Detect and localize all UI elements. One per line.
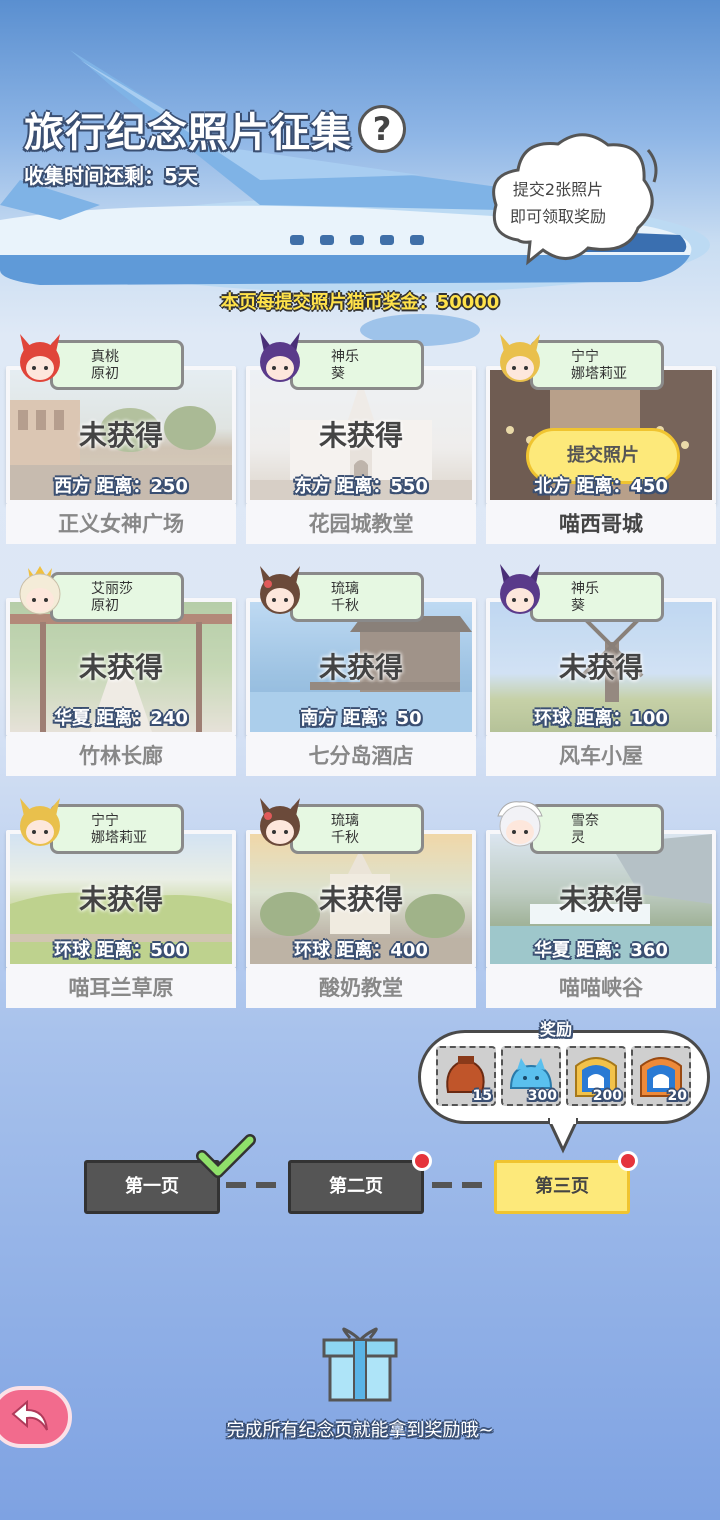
distance-label: 华夏 距离：360 — [534, 940, 668, 961]
character-name: 真桃 — [91, 349, 119, 365]
distance-label: 华夏 距离：240 — [54, 708, 188, 729]
bonus-text: 本页每提交照片猫币奖金：50000 — [220, 292, 500, 313]
checkmark-icon — [196, 1134, 256, 1178]
character-tag: 真桃 原初 — [50, 340, 184, 390]
cat-girl-avatar-icon — [260, 332, 300, 382]
place-name: 风车小屋 — [486, 736, 716, 776]
reward-count: 20 — [667, 1088, 687, 1104]
character-tag: 琉璃 千秋 — [290, 572, 424, 622]
distance-label: 北方 距离：450 — [534, 476, 668, 497]
character-subname: 娜塔莉亚 — [571, 366, 627, 382]
character-subname: 葵 — [331, 366, 345, 382]
blue-cat-slime-icon[interactable]: 300 — [501, 1046, 561, 1106]
photo-card[interactable]: 未获得 西方 距离：250 正义女神广场 真桃 原初 — [6, 334, 236, 548]
place-name: 竹林长廊 — [6, 736, 236, 776]
photo-card[interactable]: 未获得 环球 距离：100 风车小屋 神乐 葵 — [486, 564, 716, 780]
place-name: 花园城教堂 — [246, 504, 476, 544]
bubble-line-1: 提交2张照片 — [512, 180, 604, 199]
photo-card[interactable]: 未获得 环球 距离：500 喵耳兰草原 宁宁 娜塔莉亚 — [6, 798, 236, 1012]
notification-dot — [618, 1151, 638, 1171]
photo-card[interactable]: 未获得 华夏 距离：360 喵喵峡谷 雪奈 灵 — [486, 801, 716, 1012]
distance-label: 南方 距离：50 — [300, 708, 422, 729]
place-name: 喵西哥城 — [486, 504, 716, 544]
character-name: 雪奈 — [571, 813, 599, 829]
character-tag: 雪奈 灵 — [530, 804, 664, 854]
place-name: 喵喵峡谷 — [486, 968, 716, 1008]
character-subname: 千秋 — [331, 598, 359, 614]
back-arrow-icon — [11, 1400, 48, 1431]
character-subname: 原初 — [91, 366, 119, 382]
reward-count: 200 — [592, 1088, 622, 1104]
cat-girl-avatar-icon — [260, 798, 300, 846]
character-name: 艾丽莎 — [91, 581, 133, 597]
character-name: 琉璃 — [331, 581, 359, 597]
bubble-line-2: 即可领取奖励 — [509, 207, 606, 226]
reward-title: 奖励 — [540, 1020, 573, 1039]
photo-card[interactable]: 未获得 环球 距离：400 酸奶教堂 琉璃 千秋 — [246, 798, 476, 1012]
food-bag-icon[interactable]: 15 — [436, 1046, 496, 1106]
time-remaining-text: 收集时间还剩：5天 — [24, 164, 198, 188]
character-tag: 琉璃 千秋 — [290, 804, 424, 854]
gift-box-icon[interactable] — [320, 1324, 400, 1404]
status-label: 未获得 — [318, 883, 403, 916]
character-tag: 神乐 葵 — [290, 340, 424, 390]
page-connector — [226, 1182, 276, 1188]
back-button[interactable] — [0, 1386, 72, 1448]
orange-cat-toast-icon[interactable]: 20 — [631, 1046, 691, 1106]
character-subname: 娜塔莉亚 — [91, 830, 147, 846]
place-name: 正义女神广场 — [6, 504, 236, 544]
notification-dot — [412, 1151, 432, 1171]
distance-label: 东方 距离：550 — [294, 476, 428, 497]
photo-card[interactable]: 未获得 华夏 距离：240 竹林长廊 艾丽莎 原初 — [6, 566, 236, 780]
page-connector — [432, 1182, 482, 1188]
place-name: 喵耳兰草原 — [6, 968, 236, 1008]
reward-count: 300 — [527, 1088, 557, 1104]
character-tag: 艾丽莎 原初 — [50, 572, 184, 622]
reward-count: 15 — [472, 1088, 492, 1104]
cat-girl-avatar-icon — [497, 801, 543, 847]
character-name: 宁宁 — [571, 349, 599, 365]
character-tag: 神乐 葵 — [530, 572, 664, 622]
photo-card[interactable]: 未获得 南方 距离：50 七分岛酒店 琉璃 千秋 — [246, 566, 476, 780]
speech-bubble-text: 提交2张照片 即可领取奖励 — [488, 176, 628, 230]
status-label: 未获得 — [78, 419, 163, 452]
gold-cat-toast-icon[interactable]: 200 — [566, 1046, 626, 1106]
cat-girl-avatar-icon — [20, 798, 60, 846]
reward-panel-tail — [548, 1118, 578, 1154]
cat-girl-avatar-icon — [19, 566, 61, 615]
distance-label: 环球 距离：100 — [534, 708, 668, 729]
photo-card[interactable]: 未获得 东方 距离：550 花园城教堂 神乐 葵 — [246, 332, 476, 548]
character-name: 宁宁 — [91, 813, 119, 829]
character-tag: 宁宁 娜塔莉亚 — [530, 340, 664, 390]
help-button[interactable]: ? — [358, 105, 406, 153]
character-name: 神乐 — [331, 349, 359, 365]
character-subname: 灵 — [571, 830, 585, 846]
character-name: 神乐 — [571, 581, 599, 597]
status-label: 未获得 — [558, 651, 643, 684]
distance-label: 西方 距离：250 — [54, 476, 188, 497]
distance-label: 环球 距离：400 — [294, 940, 428, 961]
page-title: 旅行纪念照片征集 — [24, 110, 352, 156]
cat-girl-avatar-icon — [260, 566, 300, 614]
status-label: 未获得 — [558, 883, 643, 916]
place-name: 酸奶教堂 — [246, 968, 476, 1008]
character-subname: 原初 — [91, 598, 119, 614]
place-name: 七分岛酒店 — [246, 736, 476, 776]
character-subname: 葵 — [571, 598, 585, 614]
status-label: 未获得 — [318, 651, 403, 684]
complete-hint-text: 完成所有纪念页就能拿到奖励哦~ — [226, 1420, 494, 1441]
status-label: 未获得 — [78, 883, 163, 916]
photo-card[interactable]: 提交照片 北方 距离：450 喵西哥城 宁宁 娜塔莉亚 — [486, 334, 716, 548]
cat-girl-avatar-icon — [20, 334, 60, 382]
status-label: 未获得 — [78, 651, 163, 684]
distance-label: 环球 距离：500 — [54, 940, 188, 961]
page-3-button[interactable]: 第三页 — [494, 1160, 630, 1214]
cat-girl-avatar-icon — [500, 334, 540, 382]
cat-girl-avatar-icon — [500, 564, 540, 614]
character-subname: 千秋 — [331, 830, 359, 846]
page-2-button[interactable]: 第二页 — [288, 1160, 424, 1214]
character-name: 琉璃 — [331, 813, 359, 829]
status-label: 未获得 — [318, 419, 403, 452]
character-tag: 宁宁 娜塔莉亚 — [50, 804, 184, 854]
